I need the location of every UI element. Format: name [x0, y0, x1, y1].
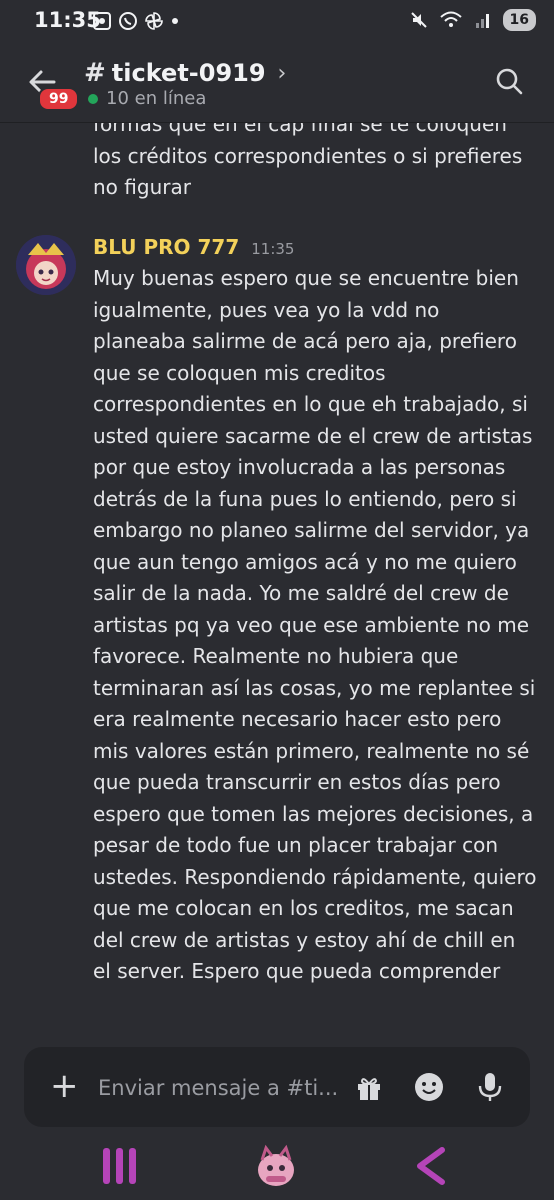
- status-time: 11:35: [34, 8, 101, 32]
- pinwheel-icon: [145, 12, 163, 30]
- online-count: 10 en línea: [106, 88, 207, 109]
- avatar[interactable]: [16, 235, 76, 295]
- home-icon[interactable]: [252, 1142, 300, 1190]
- search-icon[interactable]: [494, 66, 524, 96]
- screen-record-icon: [93, 12, 111, 30]
- online-dot-icon: [88, 93, 98, 104]
- microphone-icon[interactable]: [476, 1071, 504, 1103]
- whatsapp-icon: [119, 12, 137, 30]
- author-name[interactable]: BLU PRO 777: [93, 235, 239, 259]
- message-composer: + Enviar mensaje a #ti...: [24, 1047, 530, 1127]
- message-list[interactable]: formas que en el cap final se te coloque…: [0, 123, 554, 1043]
- status-right-icons: 16: [409, 9, 536, 31]
- previous-message-text: formas que en el cap final se te coloque…: [93, 123, 523, 199]
- channel-hash-icon: #: [84, 58, 106, 88]
- channel-header: 99 # ticket-0919 › 10 en línea: [0, 44, 554, 123]
- unread-badge: 99: [38, 87, 80, 111]
- online-status: 10 en línea: [88, 88, 206, 109]
- dot-icon: [172, 18, 178, 24]
- message-input[interactable]: Enviar mensaje a #ti...: [98, 1076, 338, 1100]
- back-nav-icon[interactable]: [412, 1146, 452, 1186]
- channel-name: ticket-0919: [111, 59, 266, 87]
- status-left-icons: [92, 11, 180, 31]
- wifi-icon: [439, 11, 462, 27]
- battery-indicator: 16: [502, 9, 536, 31]
- gift-icon[interactable]: [354, 1073, 384, 1103]
- message-header: BLU PRO 777 11:35: [93, 235, 294, 259]
- message-timestamp: 11:35: [251, 240, 295, 258]
- signal-icon: [475, 14, 489, 28]
- avatar-image: [16, 235, 76, 295]
- system-nav-bar: [0, 1136, 554, 1200]
- emoji-icon[interactable]: [413, 1071, 445, 1103]
- channel-title[interactable]: # ticket-0919 ›: [84, 58, 286, 88]
- mute-icon: [410, 12, 427, 28]
- recent-apps-icon[interactable]: [100, 1146, 140, 1186]
- chevron-right-icon: ›: [277, 60, 287, 86]
- add-attachment-icon[interactable]: +: [50, 1069, 79, 1103]
- status-bar: 11:35 16: [0, 0, 554, 44]
- message-body: Muy buenas espero que se encuentre bien …: [93, 266, 537, 983]
